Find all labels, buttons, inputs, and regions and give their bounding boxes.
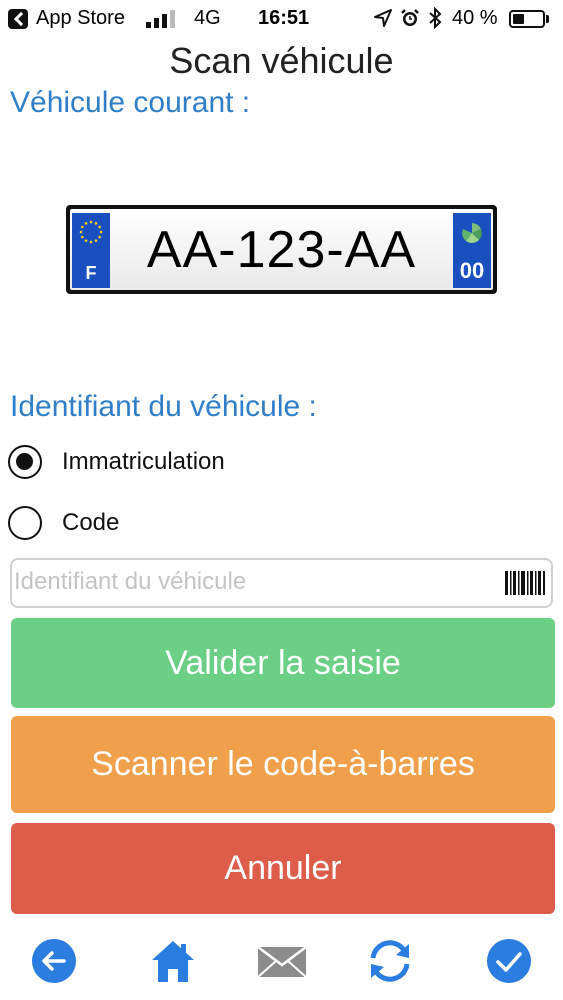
eu-star bbox=[98, 225, 101, 229]
eu-star bbox=[94, 239, 98, 242]
validate-button[interactable]: Valider la saisie bbox=[11, 618, 555, 708]
barcode-icon[interactable] bbox=[505, 571, 545, 595]
battery-percent: 40 % bbox=[452, 7, 498, 29]
radio-label-code: Code bbox=[62, 509, 120, 536]
eu-star bbox=[89, 240, 93, 244]
current-vehicle-label: Véhicule courant : bbox=[10, 86, 251, 119]
cancel-button[interactable]: Annuler bbox=[11, 823, 555, 914]
network-type: 4G bbox=[194, 7, 221, 29]
battery-icon bbox=[509, 10, 545, 28]
plate-department-number: 00 bbox=[459, 258, 485, 283]
eu-star bbox=[89, 220, 93, 224]
back-app-label[interactable]: App Store bbox=[36, 7, 125, 30]
plate-number: AA-123-AA bbox=[146, 220, 417, 279]
check-icon[interactable] bbox=[486, 938, 532, 984]
location-icon bbox=[374, 9, 392, 27]
clock: 16:51 bbox=[258, 7, 310, 29]
eu-star bbox=[98, 235, 101, 239]
identifier-field[interactable] bbox=[10, 558, 553, 608]
signal-icon bbox=[146, 10, 178, 28]
radio-button-immatriculation[interactable] bbox=[8, 445, 42, 479]
eu-star bbox=[99, 230, 103, 234]
radio-option-immatriculation[interactable]: Immatriculation bbox=[8, 442, 225, 482]
plate-country-letter: F bbox=[85, 263, 97, 283]
alarm-icon bbox=[401, 9, 419, 26]
home-icon[interactable] bbox=[150, 938, 196, 984]
back-arrow-icon[interactable] bbox=[31, 938, 77, 984]
eu-star bbox=[84, 222, 88, 225]
eu-stars-icon bbox=[79, 220, 103, 244]
bluetooth-icon bbox=[429, 7, 442, 29]
back-to-app-icon[interactable] bbox=[8, 9, 28, 29]
status-bar: App Store 4G 16:51 40 % bbox=[0, 0, 563, 40]
radio-label-immatriculation: Immatriculation bbox=[62, 448, 225, 475]
eu-star bbox=[84, 239, 88, 242]
page-title: Scan véhicule bbox=[169, 40, 394, 81]
eu-star bbox=[81, 235, 84, 239]
eu-star bbox=[79, 230, 83, 234]
eu-star bbox=[81, 225, 84, 229]
radio-button-code[interactable] bbox=[8, 506, 42, 540]
region-logo-icon bbox=[462, 223, 482, 243]
bottom-toolbar bbox=[0, 930, 563, 992]
identifier-input[interactable] bbox=[14, 562, 494, 602]
scan-barcode-button[interactable]: Scanner le code-à-barres bbox=[11, 716, 555, 813]
license-plate: F AA-123-AA 00 bbox=[66, 205, 497, 294]
mail-icon[interactable] bbox=[257, 938, 307, 984]
identifier-label: Identifiant du véhicule : bbox=[10, 390, 317, 423]
radio-option-code[interactable]: Code bbox=[8, 503, 119, 543]
battery-tip bbox=[546, 15, 549, 23]
sync-icon[interactable] bbox=[365, 938, 415, 984]
plate-eu-band: F bbox=[72, 213, 110, 288]
eu-star bbox=[94, 222, 98, 225]
plate-region-band: 00 bbox=[453, 213, 491, 288]
